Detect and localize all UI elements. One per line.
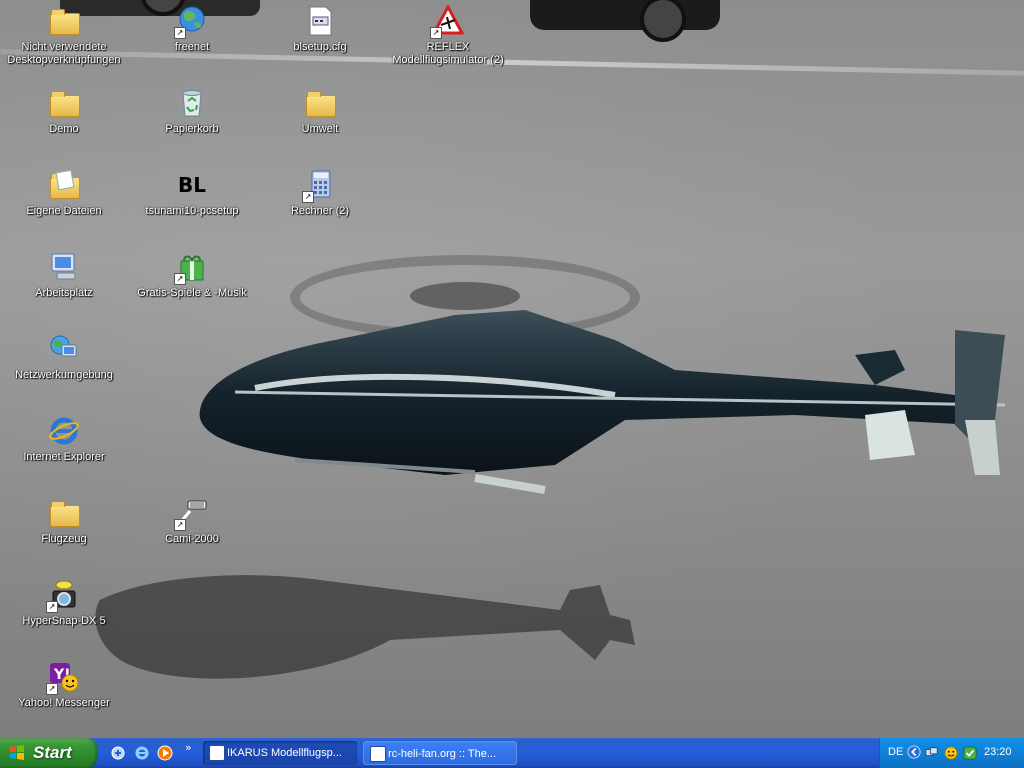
desktop-icon-label: Arbeitsplatz (35, 287, 93, 299)
desktop-icon-label: tsunami10-pcsetup (145, 205, 239, 217)
desktop-icon-reflex[interactable]: ↗ REFLEX Modellflugsimulator (2) (386, 3, 510, 67)
quicklaunch-internet-explorer-icon[interactable] (134, 745, 150, 761)
desktop-icon-tsunami10[interactable]: BL tsunami10-pcsetup (130, 169, 254, 218)
desktop-icon-yahoo-messenger[interactable]: Y! ↗ Yahoo! Messenger (2, 661, 126, 710)
desktop-icon-label: Demo (49, 123, 79, 135)
quicklaunch-media-player-icon[interactable] (157, 745, 173, 761)
desktop-icon-rechner[interactable]: ↗ Rechner (2) (258, 169, 382, 218)
helicopter-image (199, 310, 1006, 494)
shortcut-arrow-icon: ↗ (174, 519, 186, 531)
shortcut-arrow-icon: ↗ (46, 601, 58, 613)
taskbar-button-label: IKARUS Modellflugsp... (227, 747, 342, 759)
tray-expand-chevron-icon[interactable] (907, 745, 921, 759)
desktop-icon-arbeitsplatz[interactable]: Arbeitsplatz (2, 251, 126, 300)
desktop-icon-papierkorb[interactable]: Papierkorb (130, 87, 254, 136)
system-tray: DE 23:20 (879, 738, 1024, 768)
tray-messenger-smiley-icon[interactable] (944, 746, 958, 760)
desktop-icon-demo[interactable]: Demo (2, 87, 126, 136)
desktop-icon-label: Papierkorb (165, 123, 219, 135)
desktop-icon-label: Yahoo! Messenger (18, 697, 110, 709)
browser-window-icon (370, 746, 386, 762)
parked-car-right (530, 0, 720, 42)
app-window-icon (209, 745, 225, 761)
desktop-icon-label: Gratis-Spiele & -Musik (137, 287, 247, 299)
windows-logo-icon (10, 745, 24, 760)
desktop-icon-internet-explorer[interactable]: Internet Explorer (2, 415, 126, 464)
desktop-icon-eigene-dateien[interactable]: Eigene Dateien (2, 169, 126, 218)
quicklaunch-show-desktop-icon[interactable] (110, 745, 126, 761)
taskbar-button-label: rc-heli-fan.org :: The... (388, 748, 497, 760)
helicopter-shadow (95, 575, 636, 679)
language-indicator[interactable]: DE (888, 746, 903, 758)
folder-icon (50, 91, 80, 117)
desktop-icon-label: HyperSnap-DX 5 (22, 615, 106, 627)
desktop-icon-label: REFLEX Modellflugsimulator (2) (392, 41, 504, 66)
desktop-icon-label: freenet (174, 41, 210, 53)
desktop-icon-gratis-spiele[interactable]: ↗ Gratis-Spiele & -Musik (130, 251, 254, 300)
desktop-icon-netzwerkumgebung[interactable]: Netzwerkumgebung (2, 333, 126, 382)
taskbar: Start » IKARUS Modellflugsp... rc-heli-f… (0, 738, 1024, 768)
desktop-icon-label: Rechner (2) (290, 205, 350, 217)
tray-clock[interactable]: 23:20 (984, 746, 1012, 758)
desktop-icon-label: Nicht verwendete Desktopverknüpfungen (7, 41, 121, 66)
internet-explorer-icon (49, 417, 79, 445)
folder-icon (306, 91, 336, 117)
folder-icon (50, 501, 80, 527)
shortcut-arrow-icon: ↗ (302, 191, 314, 203)
taskbar-button-ikarus[interactable]: IKARUS Modellflugsp... (203, 741, 357, 765)
shortcut-arrow-icon: ↗ (46, 683, 58, 695)
shortcut-arrow-icon: ↗ (430, 27, 442, 39)
config-file-icon (309, 6, 332, 36)
desktop-icon-blsetup[interactable]: blsetup.cfg (258, 5, 382, 54)
shortcut-arrow-icon: ↗ (174, 27, 186, 39)
desktop-icon-hypersnap[interactable]: ↗ HyperSnap-DX 5 (2, 579, 126, 628)
recycle-bin-icon (182, 90, 202, 117)
desktop-icon-label: Umwelt (301, 123, 339, 135)
desktop-icon-label: blsetup.cfg (293, 41, 347, 53)
desktop-icon-label: Cami-2000 (165, 533, 219, 545)
bl-icon: BL (178, 173, 206, 197)
start-button[interactable]: Start (0, 738, 98, 768)
tray-security-icon[interactable] (963, 746, 977, 760)
folder-icon (50, 9, 80, 35)
desktop-icon-label: Internet Explorer (23, 451, 105, 463)
desktop-icon-label: Netzwerkumgebung (15, 369, 113, 381)
desktop-icon-freenet[interactable]: ↗ freenet (130, 5, 254, 54)
my-computer-icon (51, 253, 76, 280)
desktop-icon-label: Eigene Dateien (26, 205, 102, 217)
desktop-icon-flugzeug[interactable]: Flugzeug (2, 497, 126, 546)
desktop-icon-nicht-verwendete[interactable]: Nicht verwendete Desktopverknüpfungen (2, 5, 126, 67)
shortcut-arrow-icon: ↗ (174, 273, 186, 285)
start-label: Start (33, 743, 72, 762)
desktop-icon-umwelt[interactable]: Umwelt (258, 87, 382, 136)
tray-network-icon[interactable] (925, 746, 939, 760)
taskbar-button-rc-heli-fan[interactable]: rc-heli-fan.org :: The... (363, 741, 517, 765)
desktop-icon-label: Flugzeug (41, 533, 87, 545)
quicklaunch-overflow-chevron[interactable]: » (185, 741, 192, 754)
desktop-icon-cami-2000[interactable]: ↗ Cami-2000 (130, 497, 254, 546)
network-icon (50, 335, 77, 357)
